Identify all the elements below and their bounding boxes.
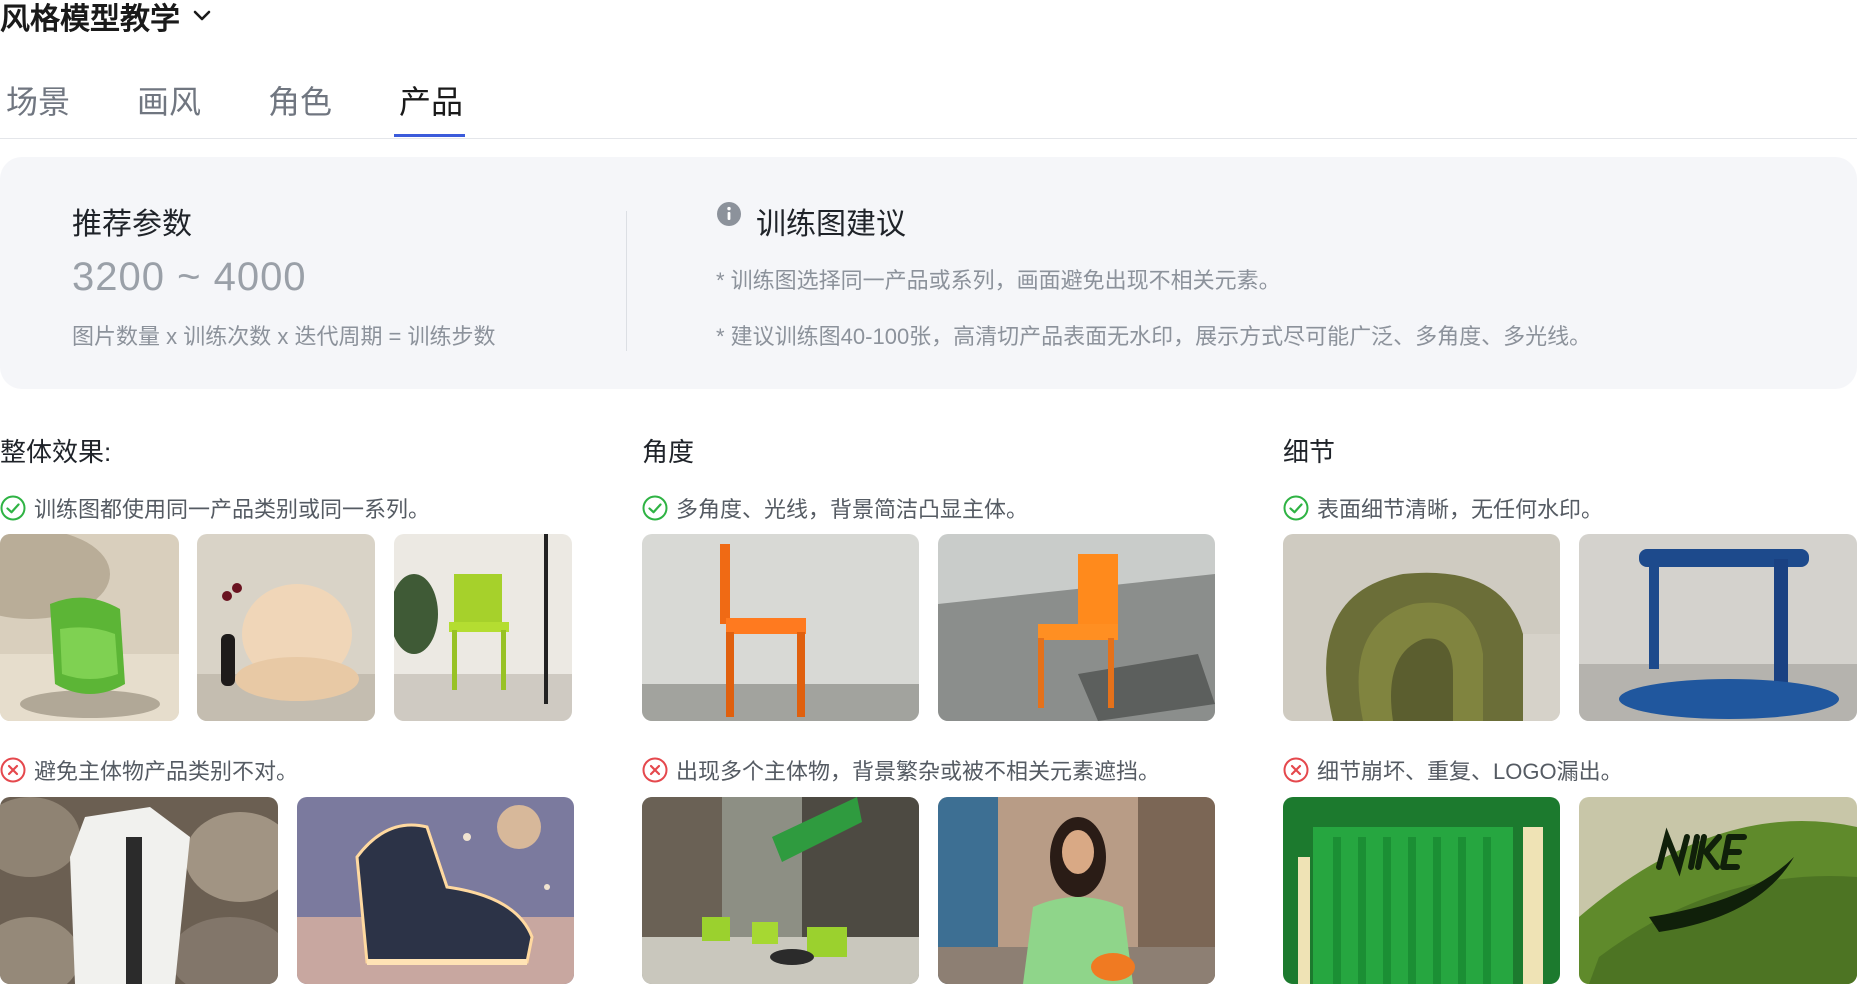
panel-divider — [626, 211, 627, 351]
bad-rule-text: 细节崩坏、重复、LOGO漏出。 — [1317, 759, 1623, 784]
woman-in-street-image — [938, 797, 1215, 984]
tab-product[interactable]: 产品 — [393, 82, 469, 122]
section-title-detail: 细节 — [1283, 437, 1336, 467]
good-rule: 训练图都使用同一产品类别或同一系列。 — [0, 492, 430, 524]
section-title-overall: 整体效果: — [0, 437, 112, 467]
x-circle-icon — [1283, 757, 1309, 783]
active-tab-indicator — [394, 134, 465, 137]
info-icon — [716, 201, 742, 227]
page-title: 风格模型教学 — [0, 3, 180, 36]
info-panel: 推荐参数 3200 ~ 4000 图片数量 x 训练次数 x 迭代周期 = 训练… — [0, 157, 1857, 389]
orange-chair-shadow-image — [938, 534, 1215, 721]
chevron-down-icon[interactable] — [192, 6, 212, 26]
check-circle-icon — [642, 495, 668, 521]
x-circle-icon — [0, 757, 26, 783]
suggestion-item: * 训练图选择同一产品或系列，画面避免出现不相关元素。 — [716, 268, 1281, 293]
tab-character[interactable]: 角色 — [262, 82, 338, 122]
params-range: 3200 ~ 4000 — [72, 255, 307, 299]
page-title-dropdown[interactable]: 风格模型教学 — [0, 0, 212, 36]
good-rule-text: 训练图都使用同一产品类别或同一系列。 — [34, 497, 431, 522]
tab-scene[interactable]: 场景 — [0, 82, 76, 122]
tab-bar: 场景 画风 角色 产品 — [0, 76, 1857, 139]
white-coat-on-rocks-image — [0, 797, 278, 984]
good-rule: 多角度、光线，背景简洁凸显主体。 — [642, 492, 1028, 524]
glowing-sneaker-image — [297, 797, 574, 984]
section-title-angle: 角度 — [642, 437, 695, 467]
nike-logo-closeup-image — [1579, 797, 1857, 984]
olive-chair-detail-image — [1283, 534, 1560, 721]
lime-green-chair-image — [394, 534, 572, 721]
blue-chair-detail-image — [1579, 534, 1857, 721]
check-circle-icon — [1283, 495, 1309, 521]
params-formula: 图片数量 x 训练次数 x 迭代周期 = 训练步数 — [72, 324, 496, 349]
tab-art-style[interactable]: 画风 — [131, 82, 207, 122]
bad-rule-text: 出现多个主体物，背景繁杂或被不相关元素遮挡。 — [676, 759, 1161, 784]
params-label: 推荐参数 — [72, 208, 192, 241]
green-chair-closeup-image — [1283, 797, 1560, 984]
bad-rule: 细节崩坏、重复、LOGO漏出。 — [1283, 754, 1623, 786]
bad-rule-text: 避免主体物产品类别不对。 — [34, 759, 299, 784]
good-rule: 表面细节清晰，无任何水印。 — [1283, 492, 1603, 524]
suggestion-title: 训练图建议 — [756, 208, 906, 241]
beige-pouf-chair-image — [197, 534, 375, 721]
bad-rule: 出现多个主体物，背景繁杂或被不相关元素遮挡。 — [642, 754, 1160, 786]
suggestion-item: * 建议训练图40-100张，高清切产品表面无水印，展示方式尽可能广泛、多角度、… — [716, 324, 1592, 349]
orange-chair-side-view-image — [642, 534, 919, 721]
green-armchair-on-sand-image — [0, 534, 179, 721]
check-circle-icon — [0, 495, 26, 521]
good-rule-text: 多角度、光线，背景简洁凸显主体。 — [676, 497, 1029, 522]
bad-rule: 避免主体物产品类别不对。 — [0, 754, 298, 786]
green-chairs-street-image — [642, 797, 919, 984]
x-circle-icon — [642, 757, 668, 783]
good-rule-text: 表面细节清晰，无任何水印。 — [1317, 497, 1604, 522]
